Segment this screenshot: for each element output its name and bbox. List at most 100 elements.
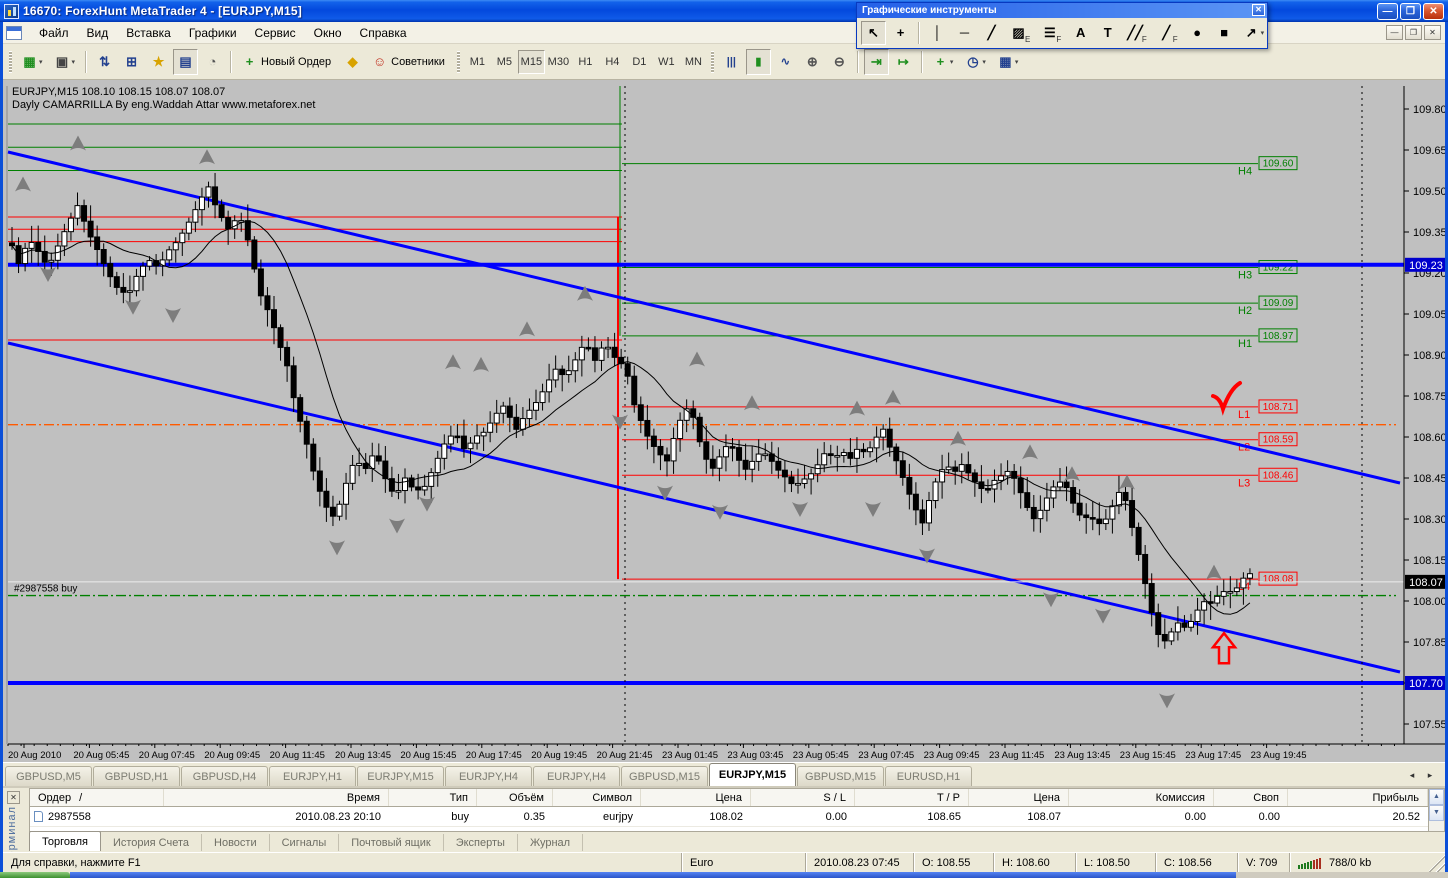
tab-scroll-left-icon[interactable]: ◂: [1405, 768, 1419, 782]
chart-tab[interactable]: EURJPY,H4: [533, 766, 620, 786]
navigator-button[interactable]: ★: [146, 49, 171, 75]
child-minimize-button[interactable]: —: [1386, 25, 1403, 40]
horizontal-line-button[interactable]: ─: [952, 21, 977, 45]
graphic-tools-title[interactable]: Графические инструменты ✕: [857, 3, 1267, 18]
timeframe-button[interactable]: MN: [680, 50, 707, 74]
minimize-button[interactable]: —: [1377, 3, 1398, 20]
timeframe-button[interactable]: M15: [518, 50, 545, 74]
col-volume: Объём: [477, 789, 553, 806]
periods-button[interactable]: ◷▾: [960, 49, 991, 75]
chart-tab[interactable]: GBPUSD,H1: [93, 766, 180, 786]
menu-item[interactable]: Вид: [78, 23, 118, 43]
terminal-tab[interactable]: Журнал: [518, 834, 583, 851]
tab-scroll-right-icon[interactable]: ▸: [1423, 768, 1437, 782]
timeframe-button[interactable]: H1: [572, 50, 599, 74]
timeframe-button[interactable]: M30: [545, 50, 572, 74]
col-order: Ордер/: [30, 789, 164, 806]
child-restore-button[interactable]: ❐: [1405, 25, 1422, 40]
chart-tab[interactable]: EURUSD,H1: [885, 766, 972, 786]
new-order-button[interactable]: +Новый Ордер: [237, 49, 338, 75]
float-toolbar-close-icon[interactable]: ✕: [1252, 4, 1265, 16]
menu-item[interactable]: Окно: [305, 23, 351, 43]
menu-item[interactable]: Вставка: [117, 23, 180, 43]
crosshair-button[interactable]: +: [888, 21, 913, 45]
text-button[interactable]: A: [1068, 21, 1093, 45]
metaeditor-button[interactable]: ◆: [340, 49, 365, 75]
vertical-line-button[interactable]: │: [925, 21, 950, 45]
table-scrollbar[interactable]: ▲ ▼: [1428, 788, 1445, 832]
chart-tab[interactable]: GBPUSD,M15: [621, 766, 708, 786]
strategy-tester-button[interactable]: ◔: [200, 49, 225, 75]
auto-scroll-button[interactable]: ⇥: [864, 49, 889, 75]
terminal-tab[interactable]: История Счета: [101, 834, 202, 851]
scroll-up-icon[interactable]: ▲: [1429, 789, 1444, 805]
scroll-down-icon[interactable]: ▼: [1429, 805, 1444, 821]
menu-item[interactable]: Справка: [351, 23, 416, 43]
svg-text:20 Aug 07:45: 20 Aug 07:45: [139, 750, 195, 761]
svg-text:107.70: 107.70: [1409, 678, 1443, 690]
timeframe-button[interactable]: D1: [626, 50, 653, 74]
candlestick-mode-button[interactable]: ▮: [746, 49, 771, 75]
text-label-button[interactable]: T: [1095, 21, 1120, 45]
child-close-button[interactable]: ✕: [1424, 25, 1441, 40]
chart-tab[interactable]: EURJPY,M15: [357, 766, 444, 786]
indicators-button[interactable]: +▾: [928, 49, 959, 75]
fibo-channel-button[interactable]: ╱╱F: [1122, 21, 1152, 45]
bar-chart-mode-button[interactable]: |||: [719, 49, 744, 75]
terminal-tab[interactable]: Сигналы: [270, 834, 340, 851]
toolbar-separator: [918, 22, 920, 44]
market-watch-button[interactable]: ⇅: [92, 49, 117, 75]
orders-table-header[interactable]: Ордер/ Время Тип Объём Символ Цена S / L…: [30, 789, 1428, 807]
toolbar-grip[interactable]: [711, 51, 714, 73]
maximize-button[interactable]: ❐: [1400, 3, 1421, 20]
toolbar-grip[interactable]: [457, 51, 460, 73]
fibonacci-retracement-button[interactable]: ☰F: [1037, 21, 1066, 45]
chart-tab[interactable]: GBPUSD,M5: [5, 766, 92, 786]
arrow-tools-button[interactable]: ↗▾: [1239, 21, 1270, 45]
templates-button[interactable]: ▦▾: [993, 49, 1024, 75]
sort-indicator: /: [79, 792, 82, 804]
chart-tab[interactable]: EURJPY,M15: [709, 763, 796, 786]
chart-tab[interactable]: GBPUSD,H4: [181, 766, 268, 786]
timeframe-button[interactable]: H4: [599, 50, 626, 74]
terminal-panel-button[interactable]: ▤: [173, 49, 198, 75]
terminal-close-icon[interactable]: ✕: [7, 791, 20, 804]
chart-tab[interactable]: GBPUSD,M15: [797, 766, 884, 786]
toolbar-grip[interactable]: [9, 51, 12, 73]
cursor-button[interactable]: ↖: [861, 21, 886, 45]
terminal-tab[interactable]: Почтовый ящик: [339, 834, 443, 851]
status-close: C: 108.56: [1155, 853, 1237, 872]
chart-shift-button[interactable]: ↦: [891, 49, 916, 75]
menu-item[interactable]: Графики: [180, 23, 246, 43]
price-chart[interactable]: 109.60H4109.22H3109.09H2108.97H1108.71L1…: [3, 80, 1445, 762]
graphic-tools-toolbar[interactable]: Графические инструменты ✕ ↖+ │─╱▨E☰FAT╱╱…: [856, 2, 1268, 49]
timeframe-button[interactable]: W1: [653, 50, 680, 74]
data-window-button[interactable]: ⊞: [119, 49, 144, 75]
profiles-button[interactable]: ▣▾: [50, 49, 81, 75]
expert-advisors-button[interactable]: ☺Советники: [367, 49, 452, 75]
fibo-expansion-button[interactable]: ╱F: [1154, 21, 1183, 45]
terminal-tab[interactable]: Эксперты: [444, 834, 518, 851]
zoom-in-button[interactable]: ⊕: [800, 49, 825, 75]
chart-tab[interactable]: EURJPY,H4: [445, 766, 532, 786]
line-chart-mode-button[interactable]: ∿: [773, 49, 798, 75]
rectangle-button[interactable]: ■: [1212, 21, 1237, 45]
new-chart-button[interactable]: ▦▾: [17, 49, 48, 75]
start-button-edge[interactable]: [0, 872, 70, 878]
chart-tab[interactable]: EURJPY,H1: [269, 766, 356, 786]
equidistant-channel-button[interactable]: ▨E: [1006, 21, 1035, 45]
trend-line-button[interactable]: ╱: [979, 21, 1004, 45]
ellipse-button[interactable]: ●: [1185, 21, 1210, 45]
order-icon: [34, 811, 43, 822]
close-button[interactable]: ✕: [1423, 3, 1444, 20]
col-price-current: Цена: [969, 789, 1069, 806]
terminal-tab[interactable]: Новости: [202, 834, 270, 851]
menu-item[interactable]: Файл: [30, 23, 78, 43]
order-row[interactable]: 2987558 2010.08.23 20:10 buy 0.35 eurjpy…: [30, 807, 1428, 827]
menu-item[interactable]: Сервис: [246, 23, 305, 43]
terminal-tab[interactable]: Торговля: [29, 831, 101, 851]
resize-grip[interactable]: [1429, 853, 1445, 872]
timeframe-button[interactable]: M1: [464, 50, 491, 74]
timeframe-button[interactable]: M5: [491, 50, 518, 74]
zoom-out-button[interactable]: ⊖: [827, 49, 852, 75]
